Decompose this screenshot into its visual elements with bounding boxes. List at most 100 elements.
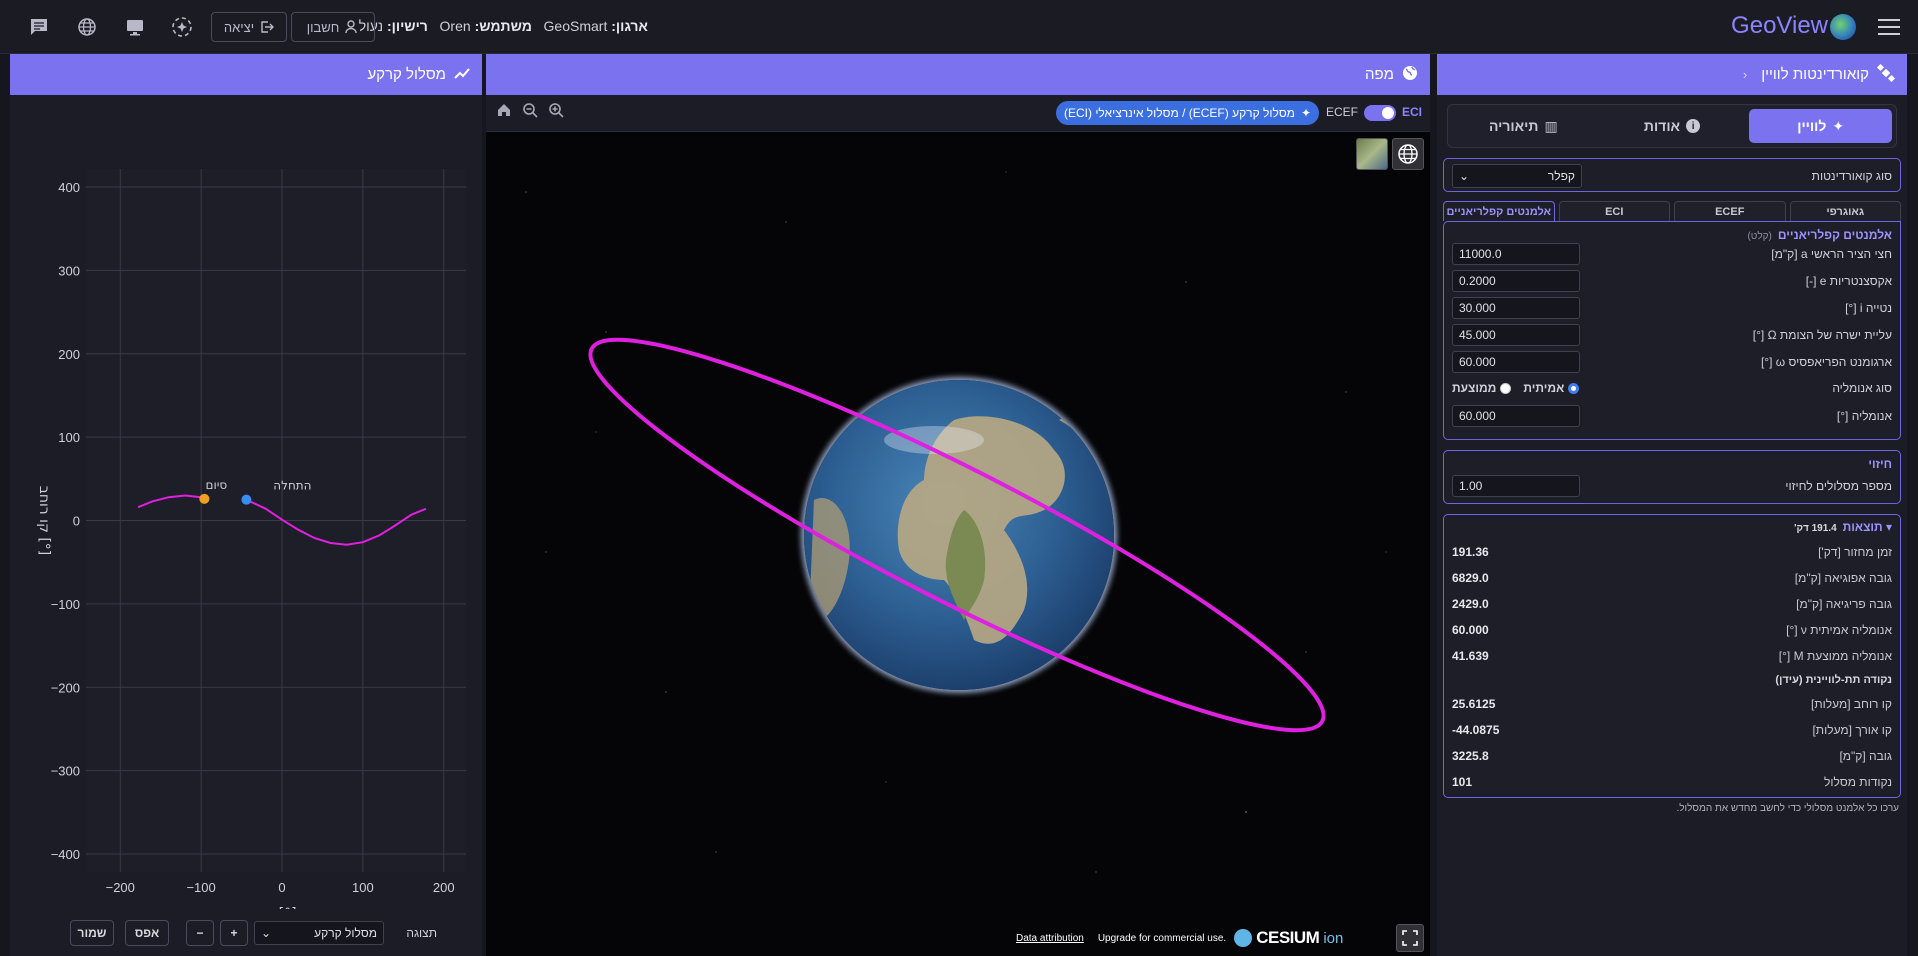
semi-major-label: חצי הציר הראשי a [ק"מ] (1771, 247, 1892, 261)
anomaly-type-label: סוג אנומליה (1832, 381, 1892, 395)
ground-track-chart[interactable]: −200 −100 0 100 200 400 300 200 100 0 −100 −200 −300… (10, 95, 482, 909)
eci-label: ECI (1401, 105, 1422, 119)
radio-checked-icon (1568, 383, 1580, 395)
subtab-eci[interactable]: ECI (1558, 201, 1670, 221)
period-value: 191.36 (1452, 545, 1489, 559)
info-icon: i (1686, 119, 1701, 133)
anomaly-true-radio[interactable]: אמיתית (1523, 381, 1580, 395)
save-button[interactable]: שמור (70, 920, 114, 946)
mean-anomaly-value: 41.639 (1452, 649, 1489, 663)
mode-pill[interactable]: ✦ מסלול קרקע (ECEF) / מסלול אינרציאלי (E… (1055, 101, 1319, 125)
fullscreen-icon[interactable] (1396, 924, 1424, 952)
logo-globe-icon (1830, 14, 1856, 40)
coord-type-label: סוג קואורדינטות (1811, 169, 1892, 183)
arg-periapsis-input[interactable]: 60.000 (1452, 351, 1580, 373)
inclination-label: נטייה i [°] (1845, 301, 1892, 315)
longitude-value: -44.0875 (1452, 723, 1500, 737)
cesium-credits: Data attribution Upgrade for commercial … (1016, 928, 1343, 948)
main-tabs: ✦ לוויין i אודות ▥ תיאוריה (1447, 104, 1897, 148)
map-panel-title: מפה (1365, 66, 1394, 83)
y-tick-label-7: −300 (51, 764, 80, 779)
x-tick-label-4: 200 (433, 880, 455, 895)
eccentricity-input[interactable]: 0.2000 (1452, 270, 1580, 292)
anomaly-label: אנומליה [°] (1836, 409, 1892, 423)
user-info: ארגון: GeoSmart משתמש: Oren רישיון: נעול (358, 18, 648, 34)
y-tick-label-2: 200 (58, 347, 80, 362)
zoom-minus-button[interactable]: − (186, 920, 214, 946)
satellite-icon: ✦ (1832, 117, 1845, 134)
satellite-panel-title: קואורדינטות לוויין (1761, 66, 1869, 83)
tab-about[interactable]: i אודות (1601, 109, 1744, 143)
altitude-value: 3225.8 (1452, 749, 1489, 763)
orbit-path (588, 337, 1326, 733)
footnote: ערכו כל אלמנט מסלולי כדי לחשב מחדש את המ… (1676, 803, 1899, 814)
subtab-kepler[interactable]: אלמנטים קפלריאניים (1443, 201, 1555, 221)
chat-icon[interactable] (24, 12, 54, 42)
kepler-box: אלמנטים קפלריאניים(קלט) חצי הציר הראשי a… (1443, 221, 1901, 440)
plot-controls: תצוגה מסלול קרקע ⌄ + − אפס שמור (10, 912, 482, 956)
top-bar: GeoView ארגון: GeoSmart משתמש: Oren רישי… (0, 0, 1918, 54)
results-toggle[interactable]: ▾ תוצאות191.4 דק' (1794, 520, 1892, 534)
results-box: ▾ תוצאות191.4 דק' זמן מחזור [דק'] 191.36 … (1443, 514, 1901, 798)
ecef-label: ECEF (1325, 105, 1358, 119)
subsatellite-title: נקודה תת-לוויינית (עידן) (1775, 674, 1892, 686)
orbits-input[interactable]: 1.00 (1452, 475, 1580, 497)
start-marker (241, 494, 252, 505)
coord-type-select[interactable]: קפלר ⌄ (1452, 164, 1582, 188)
anomaly-mean-radio[interactable]: ממוצעת (1452, 381, 1512, 395)
satellite-coords-panel: קואורדינטות לוויין ‹ ✦ לוויין i אודות ▥ תיא… (1437, 54, 1907, 956)
orbit-points-value: 101 (1452, 775, 1473, 789)
x-tick-label-0: −200 (106, 880, 135, 895)
display-select[interactable]: מסלול קרקע ⌄ (254, 921, 384, 945)
start-label: התחלה (273, 479, 311, 493)
zoom-plus-button[interactable]: + (220, 920, 248, 946)
frame-toggle[interactable] (1364, 105, 1396, 121)
perigee-value: 2429.0 (1452, 597, 1489, 611)
scene-mode-globe-icon[interactable] (1392, 138, 1424, 170)
x-tick-label-2: 0 (278, 880, 285, 895)
cesium-ion: ion (1323, 929, 1344, 947)
cesium-viewer[interactable]: Data attribution Upgrade for commercial … (486, 132, 1430, 956)
y-tick-label-4: 0 (73, 514, 80, 529)
tab-theory[interactable]: ▥ תיאוריה (1452, 109, 1595, 143)
inclination-input[interactable]: 30.000 (1452, 297, 1580, 319)
latitude-value: 25.6125 (1452, 697, 1496, 711)
zoom-out-icon[interactable] (522, 102, 538, 121)
y-tick-label-0: 400 (58, 180, 80, 195)
end-marker (199, 493, 210, 504)
x-tick-label-3: 100 (352, 880, 374, 895)
menu-icon[interactable] (1874, 14, 1904, 40)
chevron-left-icon[interactable]: ‹ (1743, 67, 1747, 82)
zoom-in-icon[interactable] (548, 102, 564, 121)
satellite-icon (1876, 63, 1896, 86)
account-button[interactable]: חשבון (291, 12, 375, 42)
user-icon (345, 20, 357, 34)
display-label: תצוגה (406, 926, 437, 940)
subtab-ecef[interactable]: ECEF (1674, 201, 1786, 221)
map-toolbar: ECI ECEF ✦ מסלול קרקע (ECEF) / מסלול אינ… (486, 95, 1430, 132)
upgrade-text: Upgrade for commercial use. (1097, 932, 1227, 944)
y-tick-label-5: −100 (51, 597, 80, 612)
anomaly-input[interactable]: 60.000 (1452, 405, 1580, 427)
tab-satellite[interactable]: ✦ לוויין (1749, 109, 1892, 143)
semi-major-input[interactable]: 11000.0 (1452, 243, 1580, 265)
logout-button[interactable]: יציאה (211, 12, 287, 42)
end-label: סיום (206, 478, 228, 492)
ai-sparkle-icon[interactable] (167, 12, 197, 42)
monitor-icon[interactable] (120, 12, 150, 42)
raan-input[interactable]: 45.000 (1452, 324, 1580, 346)
reset-button[interactable]: אפס (125, 920, 169, 946)
globe-icon (1402, 65, 1418, 85)
language-globe-icon[interactable] (72, 12, 102, 42)
subtab-geographic[interactable]: גאוגרפי (1789, 201, 1901, 221)
data-attribution-link[interactable]: Data attribution (1016, 933, 1084, 944)
satellite-icon: ✦ (1300, 106, 1311, 120)
map-nav-group (496, 102, 564, 121)
logout-icon (261, 21, 275, 33)
arg-periapsis-label: ארגומנט הפריאפסיס ω [°] (1760, 355, 1892, 369)
prediction-box: חיזוי מספר מסלולים לחיזוי 1.00 (1443, 450, 1901, 504)
y-tick-label-8: −400 (51, 847, 80, 862)
home-icon[interactable] (496, 102, 512, 121)
base-layer-picker-icon[interactable] (1356, 138, 1388, 170)
caret-down-icon: ▾ (1885, 520, 1892, 534)
